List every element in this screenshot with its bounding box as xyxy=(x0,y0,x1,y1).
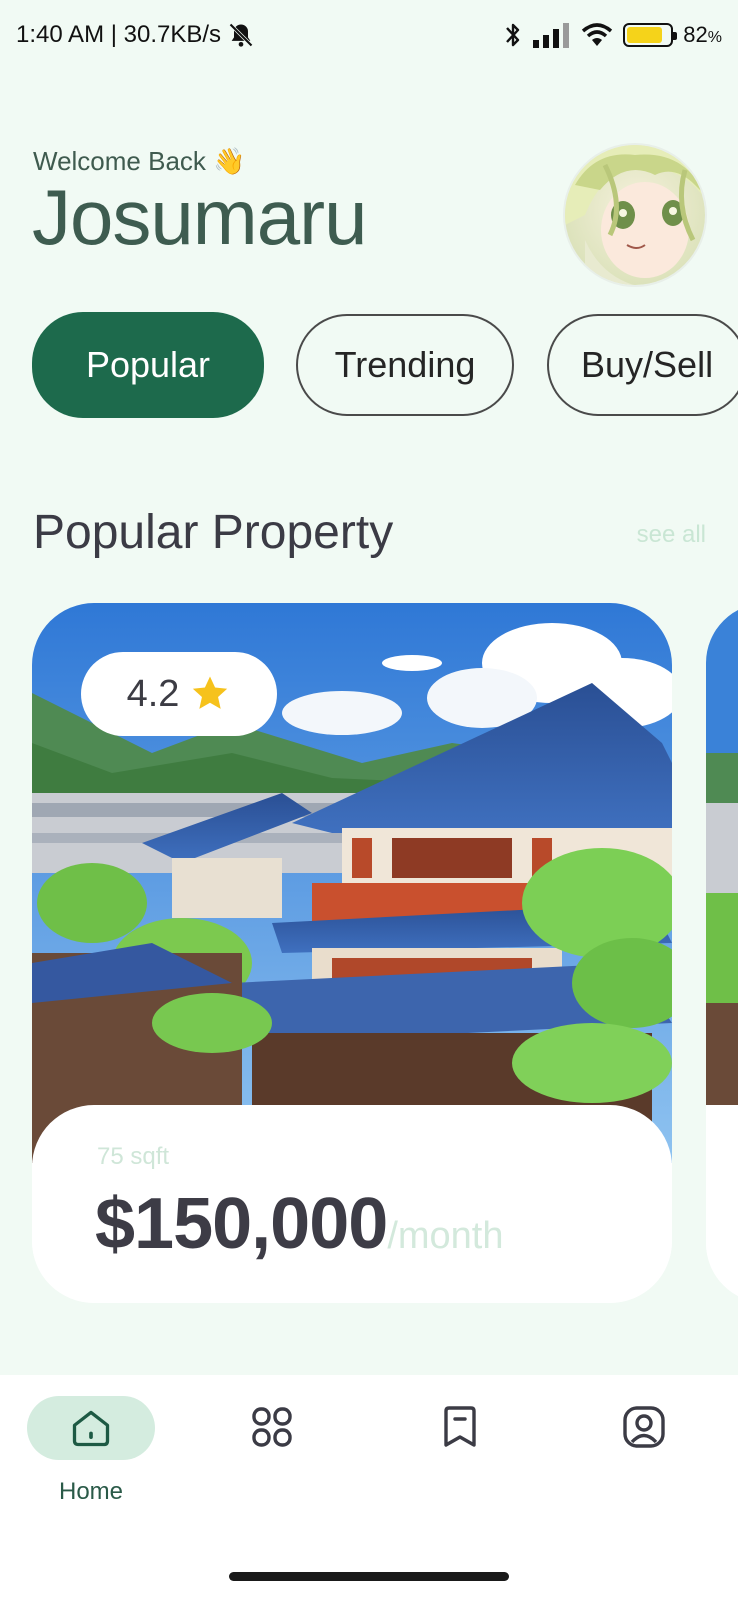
wifi-icon xyxy=(582,23,613,46)
property-card-next[interactable] xyxy=(706,603,738,1303)
bookmark-icon xyxy=(444,1406,476,1447)
bottom-nav: Home xyxy=(0,1375,738,1600)
home-icon xyxy=(72,1410,110,1447)
battery-fill xyxy=(627,27,662,43)
mute-bell-icon xyxy=(229,23,253,47)
tab-popular[interactable]: Popular xyxy=(32,312,264,418)
tab-trending-label: Trending xyxy=(334,344,476,385)
property-card[interactable]: 4.2 75 sqft $150,000 /month xyxy=(32,603,672,1303)
nav-grid[interactable] xyxy=(248,1403,296,1451)
price-row: $150,000 /month xyxy=(95,1183,503,1265)
nav-bookmark[interactable] xyxy=(436,1403,484,1451)
property-price: $150,000 xyxy=(95,1184,388,1264)
profile-icon xyxy=(623,1406,665,1448)
bluetooth-icon xyxy=(506,23,520,47)
section-title: Popular Property xyxy=(33,506,394,559)
nav-home-label: Home xyxy=(58,1478,124,1505)
nav-home[interactable]: Home xyxy=(27,1396,155,1506)
nav-profile[interactable] xyxy=(620,1403,668,1451)
home-indicator xyxy=(229,1572,509,1581)
property-image-next xyxy=(706,603,738,1303)
status-right: 82% xyxy=(503,21,722,49)
battery-percent: 82% xyxy=(683,22,722,47)
tab-popular-label: Popular xyxy=(85,344,211,385)
star-icon xyxy=(193,676,228,709)
rating-value: 4.2 xyxy=(126,672,180,715)
status-bar: 1:40 AM | 30.7KB/s 82% xyxy=(0,0,738,70)
battery-icon xyxy=(623,23,678,47)
property-area: 75 sqft xyxy=(97,1143,170,1170)
grid-icon xyxy=(252,1407,292,1447)
avatar-image xyxy=(565,145,705,285)
tab-buy-sell[interactable]: Buy/Sell xyxy=(547,314,738,416)
username: Josumaru xyxy=(32,173,367,261)
signal-icon xyxy=(533,23,570,48)
avatar[interactable] xyxy=(563,143,707,287)
card-info: 75 sqft $150,000 /month xyxy=(32,1105,672,1303)
status-left: 1:40 AM | 30.7KB/s xyxy=(16,21,255,49)
status-time: 1:40 AM | 30.7KB/s xyxy=(16,21,222,48)
tab-trending[interactable]: Trending xyxy=(296,314,514,416)
price-period: /month xyxy=(387,1215,504,1257)
tab-buy-sell-label: Buy/Sell xyxy=(581,344,714,385)
rating-badge: 4.2 xyxy=(81,652,277,736)
see-all-link[interactable]: see all xyxy=(637,521,706,549)
home-pill xyxy=(27,1396,155,1460)
